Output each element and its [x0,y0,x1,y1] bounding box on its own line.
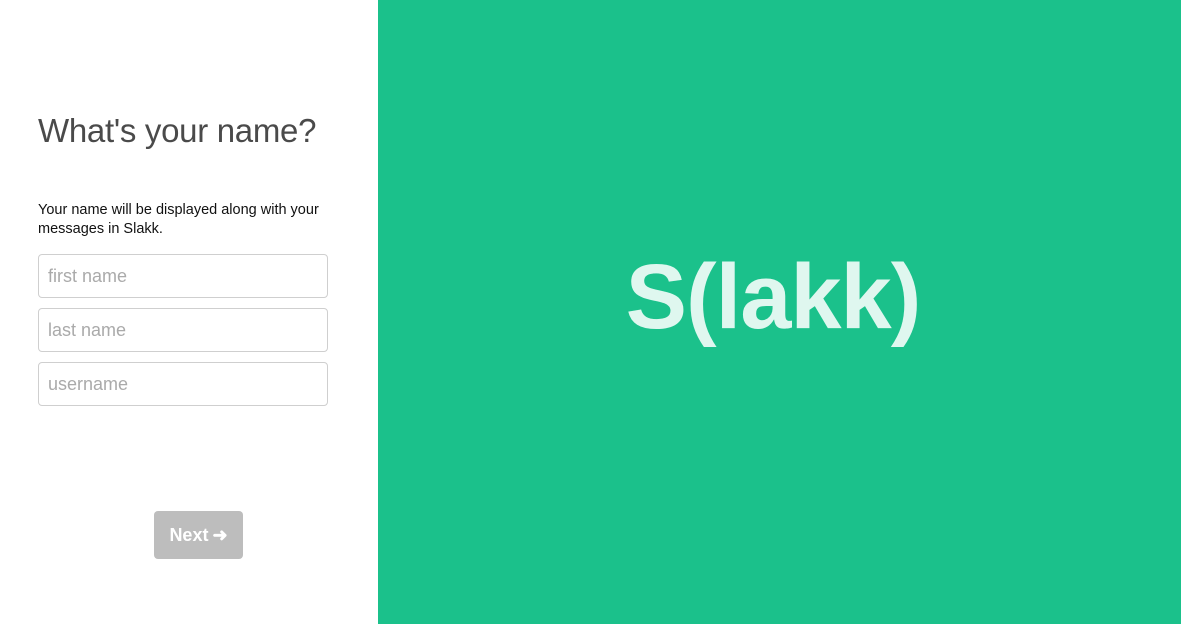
name-description: Your name will be displayed along with y… [38,202,319,237]
page-title: What's your name? [38,112,317,149]
brand-panel: S(lakk) [378,0,1181,624]
signup-screen: What's your name? Your name will be disp… [0,0,1181,624]
username-input[interactable] [38,362,328,406]
slakk-logo: S(lakk) [625,246,922,348]
signup-form-panel: What's your name? Your name will be disp… [0,0,378,624]
arrow-right-icon: ➜ [212,525,228,545]
first-name-input[interactable] [38,254,328,298]
next-button-label: Next [169,524,209,545]
last-name-input[interactable] [38,308,328,352]
next-button[interactable]: Next ➜ [154,511,243,559]
